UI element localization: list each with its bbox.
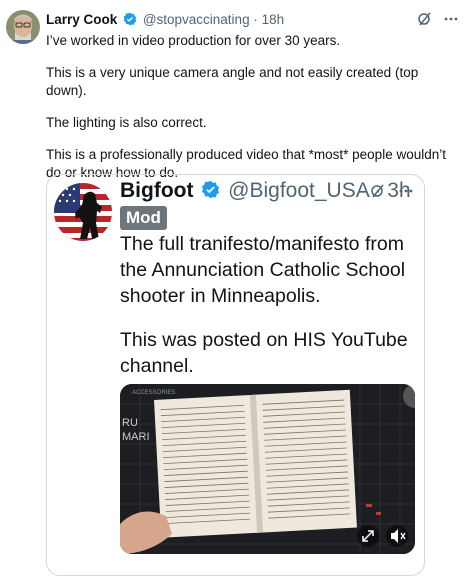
quoted-author-avatar[interactable] (54, 183, 112, 241)
more-icon[interactable] (443, 11, 459, 30)
svg-text:RU: RU (122, 417, 138, 429)
quoted-author-name[interactable]: Bigfoot (120, 179, 193, 202)
grok-icon[interactable] (417, 11, 433, 30)
author-avatar[interactable] (6, 10, 40, 44)
tweet-paragraph: This is a very unique camera angle and n… (46, 65, 419, 98)
more-icon[interactable] (398, 183, 414, 204)
timestamp[interactable]: 18h (262, 12, 285, 27)
quoted-tweet[interactable]: Bigfoot @Bigfoot_USA · 3h Mod The full t… (46, 174, 425, 576)
quoted-tweet-text: The full tranifesto/manifesto from the A… (120, 231, 420, 397)
tweet-paragraph: I’ve worked in video production for over… (46, 33, 341, 48)
quoted-paragraph: This was posted on HIS YouTube channel. (120, 329, 408, 377)
mute-icon (386, 525, 408, 547)
tweet-header: Larry Cook @stopvaccinating · 18h (46, 12, 463, 30)
quoted-author-handle[interactable]: @Bigfoot_USA (228, 179, 368, 202)
tweet-paragraph: The lighting is also correct. (46, 115, 207, 130)
svg-text:MARI: MARI (122, 431, 150, 443)
separator-dot: · (253, 12, 258, 27)
author-name[interactable]: Larry Cook (46, 12, 117, 27)
mod-badge: Mod (120, 206, 167, 230)
expand-icon (357, 525, 379, 547)
video-thumbnail[interactable]: ACCESSORIES RU MARI (120, 384, 415, 554)
tweet-text: I’ve worked in video production for over… (46, 32, 461, 196)
media-overlay-text: ACCESSORIES (132, 390, 175, 396)
quoted-paragraph: The full tranifesto/manifesto from the A… (120, 233, 406, 307)
verified-badge-icon (201, 179, 220, 207)
grok-icon[interactable] (370, 183, 386, 204)
verified-badge-icon (123, 12, 137, 29)
author-handle[interactable]: @stopvaccinating (143, 12, 250, 27)
tweet[interactable]: Larry Cook @stopvaccinating · 18h I’ve w… (0, 0, 473, 576)
quoted-tweet-header: Bigfoot @Bigfoot_USA · 3h (120, 177, 411, 205)
